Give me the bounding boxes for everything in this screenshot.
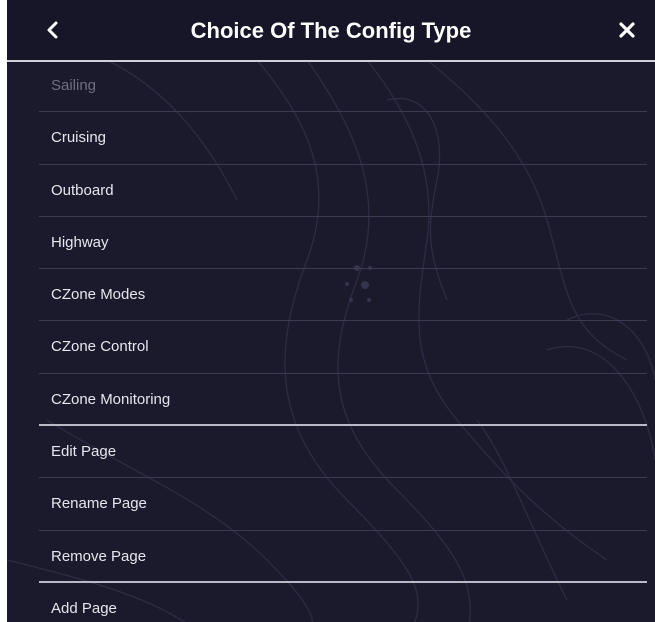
back-button[interactable] [33, 10, 73, 50]
config-type-dialog: Choice Of The Config Type Sailing Cruisi… [7, 0, 655, 622]
menu-item-czone-monitoring[interactable]: CZone Monitoring [7, 374, 655, 427]
menu-item-add-page[interactable]: Add Page [7, 583, 655, 622]
menu-item-label: CZone Monitoring [51, 390, 171, 408]
menu-item-label: Highway [51, 233, 109, 251]
menu-item-highway[interactable]: Highway [7, 217, 655, 270]
menu-item-label: Rename Page [51, 495, 147, 513]
menu-item-label: Sailing [51, 77, 97, 94]
menu-item-edit-page[interactable]: Edit Page [7, 426, 655, 479]
menu-item-czone-control[interactable]: CZone Control [7, 321, 655, 374]
close-icon [619, 22, 635, 38]
menu-item-label: Add Page [51, 599, 117, 617]
menu-item-remove-page[interactable]: Remove Page [7, 531, 655, 583]
menu-item-outboard[interactable]: Outboard [7, 165, 655, 217]
menu-item-label: Outboard [51, 181, 114, 199]
dialog-title: Choice Of The Config Type [190, 18, 472, 43]
menu-item-cruising[interactable]: Cruising [7, 112, 655, 165]
menu-item-sailing[interactable]: Sailing [7, 60, 655, 113]
dialog-header: Choice Of The Config Type [7, 0, 655, 62]
menu-item-label: Edit Page [51, 443, 117, 461]
menu-item-label: CZone Modes [51, 286, 146, 304]
close-button[interactable] [607, 10, 647, 50]
menu-item-label: CZone Control [51, 338, 149, 356]
menu-item-rename-page[interactable]: Rename Page [7, 478, 655, 531]
menu-item-label: Cruising [51, 129, 107, 147]
menu-item-czone-modes[interactable]: CZone Modes [7, 269, 655, 322]
chevron-left-icon [47, 21, 58, 39]
menu-item-label: Remove Page [51, 547, 147, 565]
config-type-menu: Sailing Cruising Outboard Highway CZone … [7, 60, 655, 622]
